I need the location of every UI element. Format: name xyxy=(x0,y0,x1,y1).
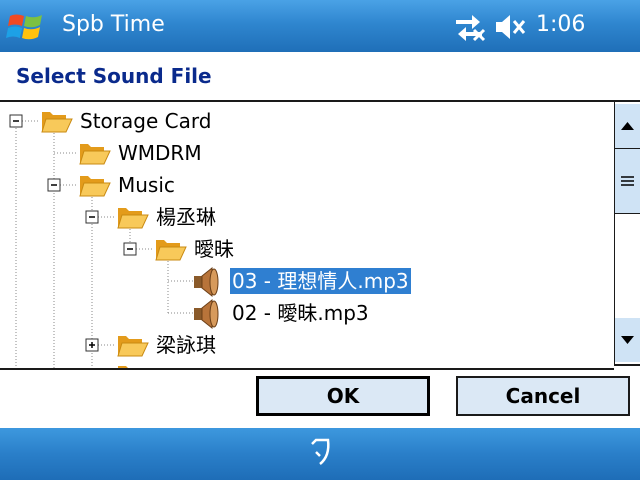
expander-folder-liang[interactable] xyxy=(85,338,99,352)
cancel-button[interactable]: Cancel xyxy=(456,376,630,416)
folder-icon xyxy=(79,144,111,165)
arrow-down-icon xyxy=(621,336,634,344)
expander-folder-aimei[interactable] xyxy=(123,242,137,256)
tree-node-folder-aimei[interactable]: 曖昧 xyxy=(194,236,234,262)
tree-node-wmdrm[interactable]: WMDRM xyxy=(118,140,202,166)
file-tree[interactable]: Storage Card WMDRM Music 楊丞琳 曖昧 03 - 理想情… xyxy=(0,100,614,370)
scroll-thumb[interactable] xyxy=(615,148,640,214)
folder-icon xyxy=(117,208,149,229)
dialog-heading: Select Sound File xyxy=(16,64,212,88)
tree-node-storage-card[interactable]: Storage Card xyxy=(80,108,211,134)
tree-scrollbar[interactable] xyxy=(614,100,640,366)
folder-icon xyxy=(118,366,128,368)
folder-icon xyxy=(41,112,73,133)
tree-node-file-selected[interactable]: 03 - 理想情人.mp3 xyxy=(230,268,411,294)
input-panel-icon[interactable] xyxy=(306,436,334,472)
tree-node-folder-liang[interactable]: 梁詠琪 xyxy=(156,332,216,358)
app-title: Spb Time xyxy=(62,12,165,37)
scroll-down-button[interactable] xyxy=(615,318,640,362)
arrow-up-icon xyxy=(621,122,634,130)
folder-icon xyxy=(79,176,111,197)
grip-icon xyxy=(621,176,634,186)
connectivity-icon[interactable] xyxy=(452,12,486,42)
expander-music[interactable] xyxy=(47,178,61,192)
volume-muted-icon[interactable] xyxy=(494,12,526,42)
folder-icon xyxy=(155,240,187,261)
tree-node-file[interactable]: 02 - 曖昧.mp3 xyxy=(232,300,369,326)
title-bar: Spb Time 1:06 xyxy=(0,0,640,52)
tree-connectors xyxy=(9,112,219,368)
speaker-icon xyxy=(194,266,219,298)
folder-icon xyxy=(117,336,149,357)
scroll-up-button[interactable] xyxy=(615,104,640,148)
expander-storage-card[interactable] xyxy=(9,114,23,128)
clock[interactable]: 1:06 xyxy=(536,12,585,37)
tree-node-folder-yang[interactable]: 楊丞琳 xyxy=(156,204,216,230)
ok-button[interactable]: OK xyxy=(256,376,430,416)
windows-start-logo-icon[interactable] xyxy=(6,8,46,46)
speaker-icon xyxy=(194,298,219,330)
tree-node-music[interactable]: Music xyxy=(118,172,175,198)
expander-folder-yang[interactable] xyxy=(85,210,99,224)
soft-key-bar xyxy=(0,428,640,480)
